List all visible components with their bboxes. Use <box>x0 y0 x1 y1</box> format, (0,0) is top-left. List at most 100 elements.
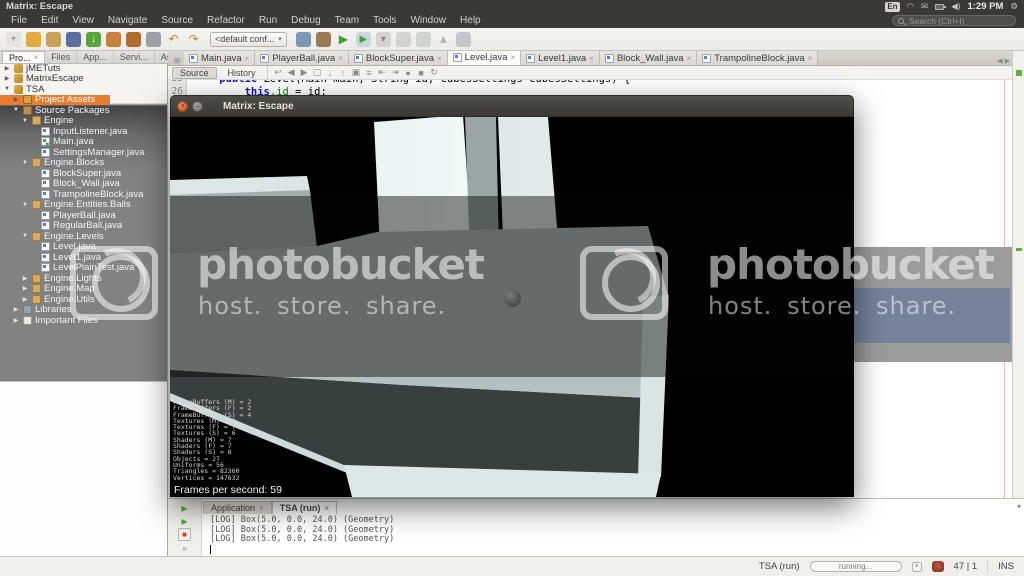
menu-view[interactable]: View <box>65 13 101 28</box>
stone-icon[interactable] <box>456 32 471 47</box>
close-icon[interactable]: × <box>437 54 442 63</box>
tree-item-source-packages[interactable]: ▼Source Packages <box>0 105 167 116</box>
menu-help[interactable]: Help <box>453 13 488 28</box>
shift-left-icon[interactable]: ⇤ <box>376 67 389 78</box>
close-icon[interactable]: × <box>808 54 813 63</box>
chevron-left-icon[interactable]: ◀ <box>997 57 1002 65</box>
shift-right-icon[interactable]: ⇥ <box>389 67 402 78</box>
hide-progress-button[interactable]: × <box>912 562 922 572</box>
rerun-icon[interactable]: ▶ <box>181 502 187 514</box>
find-selection-icon[interactable]: ▢ <box>311 67 324 78</box>
tree-item-engine[interactable]: ▼Engine <box>0 116 167 127</box>
search-box[interactable] <box>892 15 1016 26</box>
chat-icon[interactable] <box>416 32 431 47</box>
menu-run[interactable]: Run <box>252 13 284 28</box>
tree-right-arrow-icon[interactable]: ▶ <box>21 275 29 282</box>
debug-project-icon[interactable]: ▶ <box>356 32 371 47</box>
tree-down-arrow-icon[interactable]: ▼ <box>21 118 29 124</box>
redo-icon[interactable]: ↷ <box>186 32 201 47</box>
save-all-icon[interactable] <box>66 32 81 47</box>
editor-tab-playerball-java[interactable]: PlayerBall.java× <box>255 51 349 65</box>
menu-tools[interactable]: Tools <box>366 13 403 28</box>
tree-item-engine-map[interactable]: ▶Engine.Map <box>0 284 167 295</box>
tree-item-level-java[interactable]: Level.java <box>0 242 167 253</box>
close-icon[interactable]: × <box>687 54 692 63</box>
tree-item-important-files[interactable]: ▶Important Files <box>0 315 167 326</box>
output-log[interactable]: [LOG] Box(5.0, 0.0, 24.0) (Geometry)[LOG… <box>210 516 394 555</box>
tree-item-engine-lights[interactable]: ▶Engine.Lights <box>0 273 167 284</box>
new-project-icon[interactable] <box>26 32 41 47</box>
menu-source[interactable]: Source <box>154 13 200 28</box>
tree-item-jmetuts[interactable]: ▶jMETuts <box>0 63 167 74</box>
memory-icon[interactable] <box>396 32 411 47</box>
close-icon[interactable]: × <box>34 53 39 62</box>
output-tab-tsa-run-[interactable]: TSA (run)× <box>272 501 337 514</box>
clock[interactable]: 1:29 PM <box>967 1 1003 12</box>
close-icon[interactable]: ✕ <box>177 101 188 112</box>
tree-item-inputlistener-java[interactable]: InputListener.java <box>0 126 167 137</box>
tree-down-arrow-icon[interactable]: ▼ <box>3 86 11 92</box>
tree-item-project-assets[interactable]: ▶Project Assets <box>0 95 110 106</box>
minimize-icon[interactable]: – <box>192 101 203 112</box>
tree-right-arrow-icon[interactable]: ▶ <box>3 75 11 82</box>
menu-debug[interactable]: Debug <box>284 13 327 28</box>
tree-down-arrow-icon[interactable]: ▼ <box>21 160 29 166</box>
last-edit-icon[interactable]: ↩ <box>272 67 285 78</box>
close-icon[interactable]: × <box>245 54 250 63</box>
menu-window[interactable]: Window <box>403 13 453 28</box>
tree-item-regularball-java[interactable]: RegularBall.java <box>0 221 167 232</box>
update-center-icon[interactable]: ↓ <box>86 32 101 47</box>
expand-output-icon[interactable]: » <box>182 542 186 554</box>
tree-item-trampolineblock-java[interactable]: TrampolineBlock.java <box>0 189 167 200</box>
menu-file[interactable]: File <box>4 13 34 28</box>
mail-icon[interactable]: ✉ <box>921 1 928 12</box>
tree-right-arrow-icon[interactable]: ▶ <box>12 96 20 103</box>
editor-error-stripe[interactable] <box>1012 51 1024 556</box>
stop-macro-icon[interactable]: ■ <box>415 68 428 78</box>
search-input[interactable] <box>907 15 1007 27</box>
rerun-all-icon[interactable]: ▶ <box>181 515 187 527</box>
tree-right-arrow-icon[interactable]: ▶ <box>21 285 29 292</box>
report-icon[interactable]: ▲ <box>436 32 451 47</box>
close-icon[interactable]: × <box>324 504 329 513</box>
sidebar-tab-files[interactable]: Files <box>45 51 77 63</box>
bookmark-icon[interactable]: ≡ <box>363 68 376 78</box>
menu-team[interactable]: Team <box>328 13 366 28</box>
editor-tab-level-java[interactable]: Level.java× <box>448 50 521 65</box>
sidebar-tab-app[interactable]: App... <box>77 51 114 63</box>
close-icon[interactable]: × <box>338 54 343 63</box>
tree-item-levelplaintest-java[interactable]: LevelPlainTest.java <box>0 263 167 274</box>
editor-tab-main-java[interactable]: Main.java× <box>184 51 255 65</box>
editor-split-icon[interactable]: ⊞ <box>170 56 184 65</box>
tree-down-arrow-icon[interactable]: ▼ <box>21 202 29 208</box>
tree-item-engine-blocks[interactable]: ▼Engine.Blocks <box>0 158 167 169</box>
editor-tab-block_wall-java[interactable]: Block_Wall.java× <box>600 51 697 65</box>
stop-icon[interactable]: ■ <box>178 528 191 541</box>
game-viewport[interactable]: FrameBuffers (M) = 2FrameBuffers (F) = 2… <box>170 117 854 497</box>
blender-icon[interactable] <box>126 32 141 47</box>
tree-down-arrow-icon[interactable]: ▼ <box>21 233 29 239</box>
tree-item-engine-levels[interactable]: ▼Engine.Levels <box>0 231 167 242</box>
close-icon[interactable]: × <box>259 504 264 513</box>
tree-right-arrow-icon[interactable]: ▶ <box>12 317 20 324</box>
close-icon[interactable]: × <box>589 54 594 63</box>
battery-icon[interactable] <box>935 4 944 10</box>
tree-item-engine-utils[interactable]: ▶Engine.Utils <box>0 294 167 305</box>
comment-icon[interactable]: ↻ <box>428 67 441 78</box>
tree-item-engine-entities-balls[interactable]: ▼Engine.Entities.Balls <box>0 200 167 211</box>
save-icon[interactable] <box>146 32 161 47</box>
close-icon[interactable]: × <box>510 53 515 62</box>
profile-project-icon[interactable]: ▾ <box>376 32 391 47</box>
toggle-highlight-icon[interactable]: ▣ <box>350 67 363 78</box>
collapse-output-icon[interactable]: ▾ <box>1017 502 1021 511</box>
forward-icon[interactable]: ▶ <box>298 67 311 78</box>
tree-item-matrixescape[interactable]: ▶MatrixEscape <box>0 74 167 85</box>
output-tab-application[interactable]: Application× <box>203 501 272 514</box>
open-project-icon[interactable] <box>46 32 61 47</box>
new-file-icon[interactable]: + <box>6 32 21 47</box>
tree-item-main-java[interactable]: Main.java <box>0 137 167 148</box>
back-icon[interactable]: ◀ <box>285 67 298 78</box>
game-window[interactable]: ✕ – Matrix: Escape FrameBuffers (M) = 2F… <box>170 95 854 497</box>
network-icon[interactable]: ◠ <box>907 1 914 12</box>
session-gear-icon[interactable]: ⚙ <box>1010 1 1018 12</box>
